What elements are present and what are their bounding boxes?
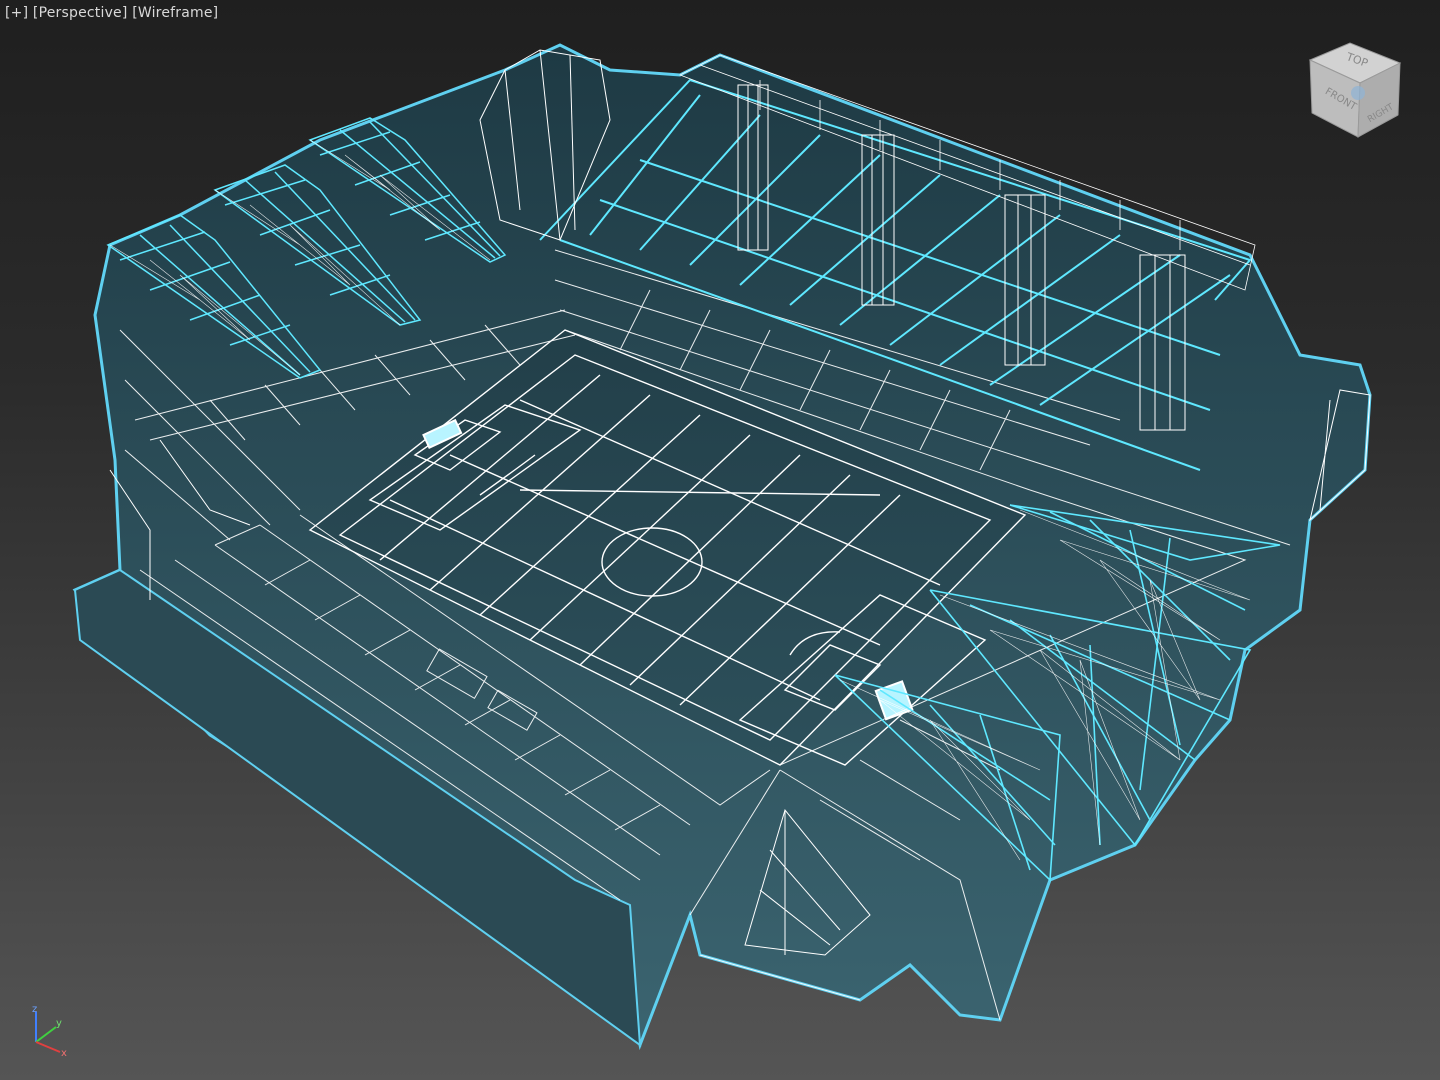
perspective-viewport[interactable]: [+] [Perspective] [Wireframe] TOP FRONT … bbox=[0, 0, 1440, 1080]
y-axis-label: y bbox=[56, 1018, 62, 1029]
viewcube-compass-marker bbox=[1351, 86, 1365, 100]
viewcube[interactable]: TOP FRONT RIGHT bbox=[1300, 35, 1410, 145]
x-axis-line bbox=[35, 1041, 61, 1053]
z-axis-label: z bbox=[32, 1004, 37, 1015]
stadium-wireframe-model[interactable] bbox=[0, 0, 1440, 1080]
x-axis-label: x bbox=[61, 1048, 67, 1059]
y-axis-line bbox=[35, 1026, 57, 1043]
axis-tripod: z y x bbox=[32, 1004, 67, 1059]
